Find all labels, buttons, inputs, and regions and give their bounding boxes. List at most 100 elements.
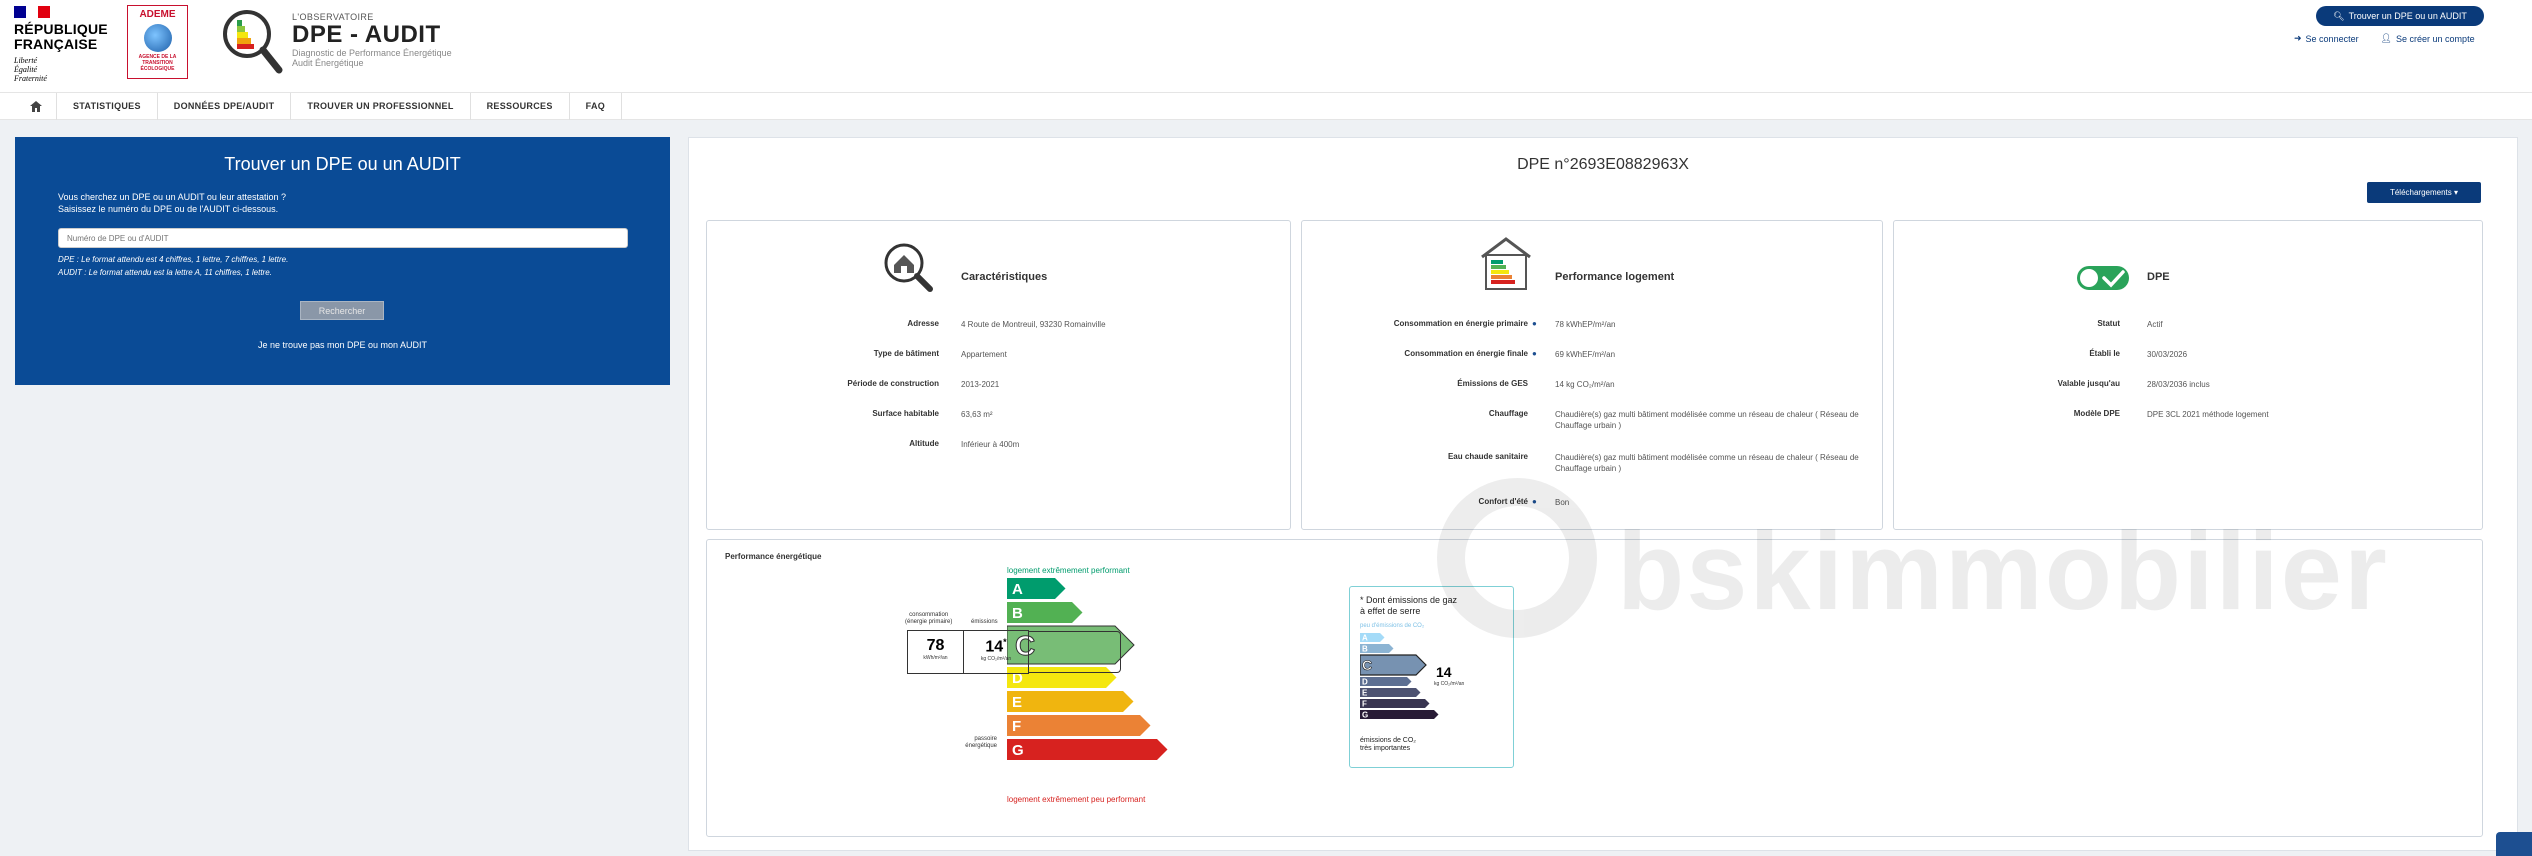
energy-class-letter-a: A [1012, 581, 1023, 598]
performance-card: Performance logement Consommation en éne… [1301, 220, 1883, 530]
ges-class-bar-g [1360, 710, 1439, 719]
adresse-label: Adresse [907, 319, 939, 328]
periode-value: 2013-2021 [961, 380, 1000, 389]
ges-label-box: * Dont émissions de gaz à effet de serre… [1349, 586, 1514, 768]
ges-bottom-1: émissions de CO₂ [1360, 737, 1417, 744]
site-title[interactable]: DPE - AUDIT [292, 22, 452, 48]
energy-class-letter-g: G [1012, 742, 1024, 759]
energy-class-letter-b: B [1012, 605, 1023, 622]
login-link[interactable]: ➜ Se connecter [2294, 33, 2359, 44]
confort-ete-value: Bon [1555, 498, 1570, 507]
observatoire-magnifier-icon [223, 10, 283, 74]
user-add-icon: 👤︎ [2380, 33, 2393, 43]
ges-value: 14 kg CO₂/m²/an [1555, 380, 1615, 389]
performance-title: Performance logement [1555, 271, 1675, 283]
info-icon[interactable]: ● [1532, 319, 1537, 328]
ges-top-caption: peu d'émissions de CO₂ [1360, 623, 1425, 629]
performance-energetique-title: Performance énergétique [725, 552, 822, 561]
chauffage-label: Chauffage [1488, 409, 1528, 418]
ademe-subtitle: AGENCE DE LA TRANSITION ÉCOLOGIQUE [138, 54, 177, 72]
dpe-status-title: DPE [2147, 271, 2170, 283]
not-found-link[interactable]: Je ne trouve pas mon DPE ou mon AUDIT [15, 340, 670, 350]
site-subtitle-2: Audit Énergétique [292, 58, 364, 68]
main-nav: STATISTIQUES DONNÉES DPE/AUDIT TROUVER U… [0, 92, 2532, 120]
ademe-logo[interactable]: ADEME AGENCE DE LA TRANSITION ÉCOLOGIQUE [127, 5, 188, 79]
republique-francaise-logo[interactable]: RÉPUBLIQUE FRANÇAISE Liberté Égalité Fra… [14, 6, 114, 86]
nav-ressources[interactable]: RESSOURCES [471, 92, 570, 120]
nav-trouver-pro[interactable]: TROUVER UN PROFESSIONNEL [291, 92, 471, 120]
altitude-value: Inférieur à 400m [961, 440, 1020, 449]
etabli-label: Établi le [2089, 349, 2120, 358]
modele-label: Modèle DPE [2073, 409, 2120, 418]
signup-link[interactable]: 👤︎ Se créer un compte [2381, 33, 2475, 44]
dpe-number-title: DPE n°2693E0882963X [1517, 156, 1689, 173]
login-icon: ➜ [2294, 33, 2302, 43]
house-magnifier-icon [884, 243, 933, 292]
energy-class-bar-e [1007, 691, 1134, 712]
chauffage-value: Chaudière(s) gaz multi bâtiment modélisé… [1555, 410, 1859, 430]
search-title: Trouver un DPE ou un AUDIT [224, 154, 461, 174]
valable-value: 28/03/2036 inclus [2147, 380, 2210, 389]
energy-class-bar-g [1007, 739, 1168, 760]
performance-energetique-box: Performance énergétique logement extrême… [706, 539, 2483, 837]
info-icon[interactable]: ● [1532, 497, 1537, 506]
ecs-value: Chaudière(s) gaz multi bâtiment modélisé… [1555, 453, 1859, 473]
surface-value: 63,63 m² [961, 410, 993, 419]
active-class-frame [1029, 631, 1121, 673]
energy-class-bar-f [1007, 715, 1151, 736]
nav-home[interactable] [16, 92, 57, 120]
caracteristiques-card: Caractéristiques Adresse 4 Route de Montr… [706, 220, 1291, 530]
dpe-format-help: DPE : Le format attendu est 4 chiffres, … [58, 255, 289, 264]
nav-donnees[interactable]: DONNÉES DPE/AUDIT [158, 92, 292, 120]
conso-finale-label: Consommation en énergie finale [1404, 349, 1528, 358]
ges-class-bar-f [1360, 699, 1430, 708]
modele-value: DPE 3CL 2021 méthode logement [2147, 410, 2269, 419]
nav-statistiques[interactable]: STATISTIQUES [57, 92, 158, 120]
search-icon: 🔍︎ [2333, 10, 2345, 21]
dpe-number-input[interactable] [58, 228, 628, 248]
energy-bottom-caption: logement extrêmement peu performant [1007, 795, 1146, 804]
site-subtitle-1: Diagnostic de Performance Énergétique [292, 48, 452, 58]
find-dpe-button[interactable]: 🔍︎ Trouver un DPE ou un AUDIT [2316, 6, 2484, 26]
dpe-status-card: DPE Statut Actif Établi le 30/03/2026 Vala… [1893, 220, 2483, 530]
adresse-value: 4 Route de Montreuil, 93230 Romainville [961, 320, 1106, 329]
emis-value: 14 [985, 638, 1004, 656]
ges-class-bar-e [1360, 688, 1421, 697]
downloads-button[interactable]: Téléchargements ▾ [2367, 182, 2481, 203]
emissions-caption: émissions [971, 619, 998, 625]
ges-value: 14 [1436, 664, 1452, 680]
conso-sub: (énergie primaire) [905, 619, 953, 625]
altitude-label: Altitude [909, 439, 939, 448]
valable-label: Valable jusqu'au [2057, 379, 2120, 388]
nav-faq[interactable]: FAQ [570, 92, 623, 120]
rf-title-line1: RÉPUBLIQUE [14, 21, 108, 37]
statut-value: Actif [2147, 320, 2163, 329]
type-batiment-label: Type de bâtiment [873, 349, 939, 358]
info-icon[interactable]: ● [1532, 349, 1537, 358]
emis-star: * [1003, 637, 1007, 647]
ges-unit: kg CO₂/m²/an [1434, 681, 1465, 687]
find-dpe-label: Trouver un DPE ou un AUDIT [2348, 11, 2467, 21]
ges-class-letter-e: E [1362, 689, 1368, 698]
conso-value: 78 [926, 637, 945, 654]
ges-title-1: * Dont émissions de gaz [1360, 595, 1458, 605]
rf-motto-2: Égalité [14, 65, 38, 74]
globe-icon [143, 24, 172, 52]
rf-title-line2: FRANÇAISE [14, 36, 98, 52]
ademe-title: ADEME [139, 9, 176, 20]
conso-caption: consommation (énergie primaire) [905, 612, 952, 626]
search-panel: Trouver un DPE ou un AUDIT Vous cherchez… [15, 137, 670, 385]
surface-label: Surface habitable [872, 409, 939, 418]
french-flag-icon [14, 6, 50, 18]
house-energy-icon [1481, 237, 1531, 290]
ecs-label: Eau chaude sanitaire [1447, 452, 1528, 461]
toggle-check-icon [2077, 266, 2129, 290]
passoire-caption: passoire énergétique [965, 736, 997, 749]
search-button[interactable]: Rechercher [300, 301, 384, 320]
dpe-detail-panel: DPE n°2693E0882963X Téléchargements ▾ Ca… [688, 137, 2518, 851]
ges-label: Émissions de GES [1457, 379, 1528, 388]
recaptcha-badge[interactable] [2496, 832, 2532, 856]
emis-unit: kg CO₂/m²/an [980, 656, 1012, 663]
ges-class-letter-f: F [1362, 700, 1367, 709]
statut-label: Statut [2097, 319, 2120, 328]
